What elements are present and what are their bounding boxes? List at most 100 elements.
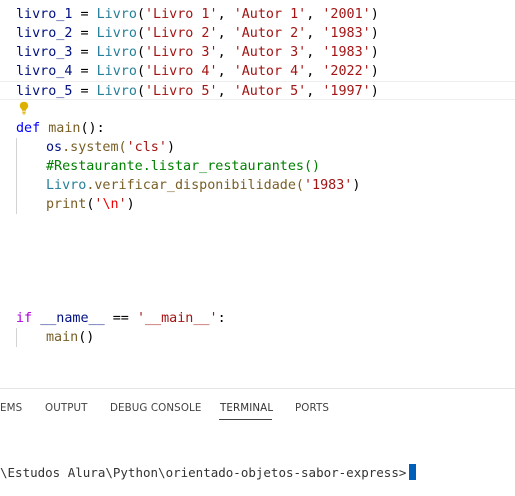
lightbulb-icon[interactable] <box>19 101 29 115</box>
active-tab-indicator <box>219 419 272 420</box>
bottom-panel: EMS OUTPUT DEBUG CONSOLE TERMINAL PORTS … <box>0 389 515 496</box>
code-line-def: def main(): <box>16 119 105 138</box>
code-token: = <box>72 64 97 79</box>
code-editor[interactable]: livro_1 = Livro('Livro 1', 'Autor 1', '2… <box>0 0 515 388</box>
code-token: 'Autor 5' <box>233 84 307 99</box>
code-token: 'Livro 1' <box>145 7 218 22</box>
code-token: , <box>306 84 323 99</box>
terminal-content[interactable]: \Estudos Alura\Python\orientado-objetos-… <box>0 461 515 485</box>
code-line-2: livro_2 = Livro('Livro 2', 'Autor 2', '1… <box>16 24 379 43</box>
code-line-5-current: livro_5 = Livro('Livro 5', 'Autor 5', '1… <box>0 81 515 100</box>
code-comment: #Restaurante.listar_restaurantes() <box>46 159 321 174</box>
code-token: , <box>306 64 323 79</box>
code-token: ) <box>126 197 135 212</box>
code-token: \n <box>102 197 119 212</box>
code-token: () <box>78 330 95 345</box>
function-name: main <box>48 121 81 136</box>
code-token: ) <box>166 140 175 155</box>
code-token: '1997' <box>322 84 371 99</box>
code-token: __name__ <box>40 311 105 326</box>
code-token: , <box>306 26 323 41</box>
code-token: ) <box>370 26 379 41</box>
code-token: , <box>217 26 234 41</box>
code-token: , <box>306 45 323 60</box>
code-line-4: livro_4 = Livro('Livro 4', 'Autor 4', '2… <box>16 62 379 81</box>
code-token: = <box>72 84 97 99</box>
code-token: ( <box>136 45 145 60</box>
code-token: 'cls' <box>126 140 167 155</box>
code-token: livro_5 <box>16 84 73 99</box>
code-token: == <box>104 311 137 326</box>
code-token: , <box>217 84 234 99</box>
code-token: , <box>306 7 323 22</box>
code-token: ) <box>370 64 379 79</box>
code-token: __main__ <box>145 311 210 326</box>
tab-debug-console[interactable]: DEBUG CONSOLE <box>110 402 201 414</box>
def-keyword: def <box>16 121 41 136</box>
code-token: ' <box>209 311 218 326</box>
code-line-os-system: os.system('cls') <box>46 138 175 157</box>
code-line-if: if __name__ == '__main__': <box>16 309 226 328</box>
code-token: , <box>217 7 234 22</box>
code-token: = <box>72 45 97 60</box>
code-token: Livro <box>96 26 137 41</box>
code-token: print <box>46 197 87 212</box>
code-token: '1983' <box>322 45 371 60</box>
tab-terminal[interactable]: TERMINAL <box>220 402 273 414</box>
code-line-1: livro_1 = Livro('Livro 1', 'Autor 1', '2… <box>16 5 379 24</box>
code-line-verificar: Livro.verificar_disponibilidade('1983') <box>46 176 360 195</box>
code-token: , <box>217 64 234 79</box>
code-token: livro_2 <box>16 26 73 41</box>
code-token: livro_4 <box>16 64 73 79</box>
indent-guide <box>16 328 17 347</box>
code-token: Livro <box>96 45 137 60</box>
tab-ports[interactable]: PORTS <box>295 402 329 414</box>
code-token: ' <box>118 197 127 212</box>
code-token: ( <box>136 64 145 79</box>
code-token: '2022' <box>322 64 371 79</box>
code-token: Livro <box>96 64 137 79</box>
code-token: 'Autor 4' <box>233 64 307 79</box>
code-token: Livro <box>96 7 137 22</box>
code-token: 'Autor 3' <box>233 45 307 60</box>
code-token: = <box>72 26 97 41</box>
code-line-print: print('\n') <box>46 195 135 214</box>
code-token: 'Autor 2' <box>233 26 307 41</box>
if-keyword: if <box>16 311 33 326</box>
tab-output[interactable]: OUTPUT <box>45 402 88 414</box>
code-token: 'Autor 1' <box>233 7 307 22</box>
code-token: 'Livro 5' <box>145 84 218 99</box>
code-token: .system( <box>62 140 127 155</box>
indent-guide <box>16 138 17 214</box>
code-token: '1983' <box>303 178 353 193</box>
code-token: ( <box>136 26 145 41</box>
code-token: , <box>217 45 234 60</box>
code-token: 'Livro 2' <box>145 26 218 41</box>
code-token: ' <box>136 311 145 326</box>
code-token: livro_3 <box>16 45 73 60</box>
code-token: ) <box>352 178 361 193</box>
panel-tabs: EMS OUTPUT DEBUG CONSOLE TERMINAL PORTS <box>0 389 515 425</box>
tab-problems[interactable]: EMS <box>0 402 22 414</box>
code-token: '2001' <box>322 7 371 22</box>
terminal-prompt: \Estudos Alura\Python\orientado-objetos-… <box>0 465 407 480</box>
code-token: .verificar_disponibilidade( <box>86 178 304 193</box>
code-token: ) <box>370 45 379 60</box>
code-token: ) <box>370 7 379 22</box>
terminal-cursor <box>409 464 417 480</box>
code-token: Livro <box>46 178 87 193</box>
code-token: 'Livro 4' <box>145 64 218 79</box>
code-line-main-call: main() <box>46 328 94 347</box>
code-token: ( <box>136 7 145 22</box>
code-line-comment: #Restaurante.listar_restaurantes() <box>46 157 320 176</box>
code-line-3: livro_3 = Livro('Livro 3', 'Autor 3', '1… <box>16 43 379 62</box>
code-token: (): <box>80 121 105 136</box>
code-token: ( <box>136 84 145 99</box>
code-token: livro_1 <box>16 7 73 22</box>
code-token: = <box>72 7 97 22</box>
code-token: Livro <box>96 84 137 99</box>
code-token: main <box>46 330 79 345</box>
code-token: ) <box>370 84 379 99</box>
code-token: : <box>217 311 226 326</box>
code-token: 'Livro 3' <box>145 45 218 60</box>
